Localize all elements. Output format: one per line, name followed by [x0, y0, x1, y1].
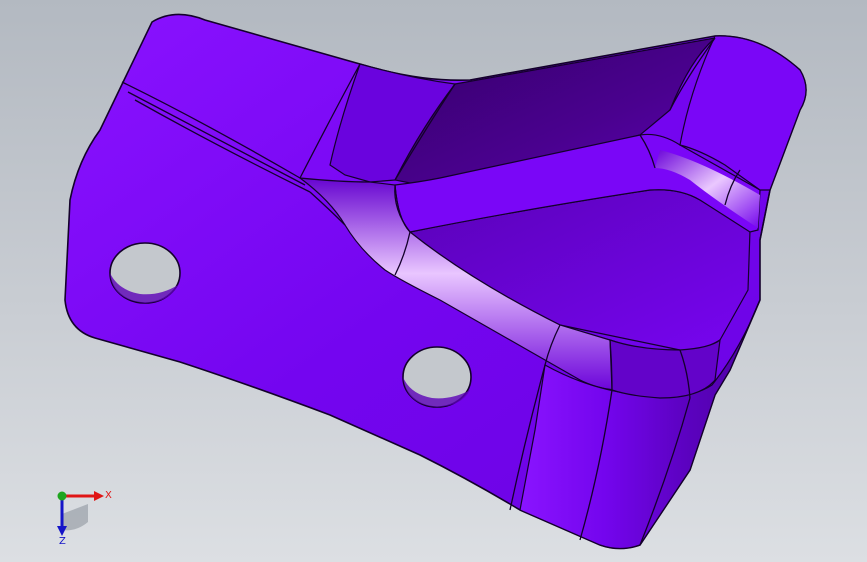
axis-triad: X Z — [57, 490, 112, 544]
bracket-model[interactable] — [0, 0, 867, 562]
z-axis-label: Z — [59, 536, 66, 544]
z-axis-arrow-icon — [57, 526, 67, 536]
y-axis-dot-icon — [57, 491, 67, 501]
graphics-viewport[interactable]: X Z — [0, 0, 867, 562]
x-axis-arrow-icon — [94, 491, 104, 501]
x-axis-label: X — [105, 490, 112, 501]
